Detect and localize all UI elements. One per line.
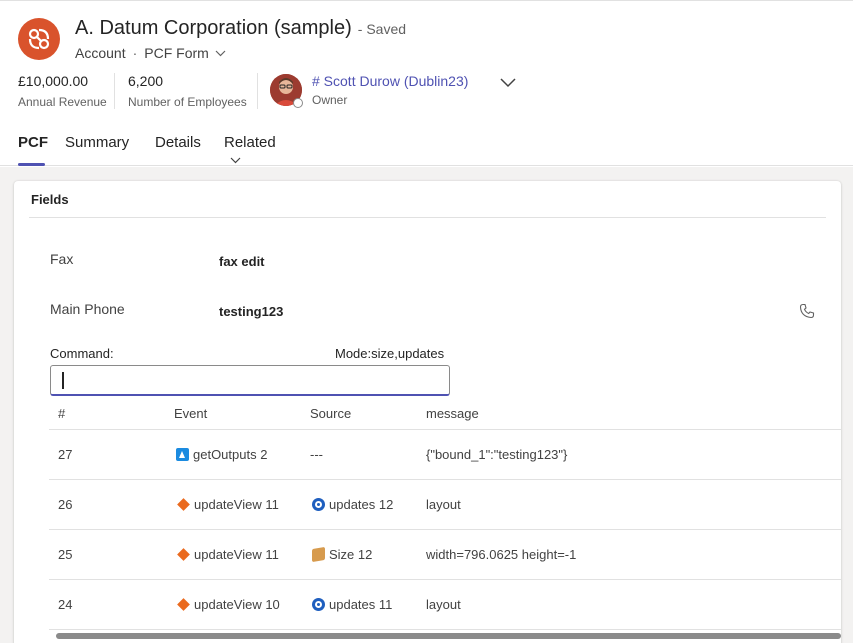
tab-details[interactable]: Details	[155, 134, 201, 167]
updates-ring-icon	[312, 598, 325, 611]
row-source: updates 11	[312, 597, 392, 612]
breadcrumb-separator: ·	[132, 45, 138, 61]
command-label: Command:	[50, 346, 114, 361]
header-field-value: 6,200	[128, 73, 164, 89]
source-text: updates 12	[329, 497, 394, 512]
horizontal-scrollbar[interactable]	[56, 633, 841, 639]
phone-icon[interactable]	[799, 303, 815, 324]
header-divider	[257, 73, 258, 109]
row-number: 24	[58, 597, 73, 612]
section-divider	[29, 217, 826, 218]
row-event: updateView 11	[176, 497, 279, 512]
row-message: layout	[426, 597, 461, 612]
command-input[interactable]	[50, 365, 450, 396]
header-divider	[114, 73, 115, 109]
row-event: updateView 11	[176, 547, 279, 562]
source-text: ---	[310, 447, 323, 462]
chevron-down-icon	[230, 157, 241, 163]
row-event: getOutputs 2	[176, 447, 267, 462]
header-field-annual-revenue: £10,000.00 Annual Revenue	[18, 73, 107, 109]
tab-related-label: Related	[224, 134, 276, 151]
row-source: Size 12	[312, 546, 373, 563]
event-text: updateView 10	[194, 597, 280, 612]
text-caret	[62, 372, 64, 389]
active-tab-indicator	[18, 163, 45, 166]
chevron-down-icon[interactable]	[215, 50, 226, 57]
field-label-fax: Fax	[50, 251, 74, 267]
field-value-fax[interactable]: fax edit	[219, 254, 265, 269]
row-number: 25	[58, 547, 73, 562]
update-diamond-icon	[177, 548, 190, 561]
field-label-main-phone: Main Phone	[50, 301, 125, 317]
tab-related[interactable]: Related	[224, 134, 276, 167]
record-title: A. Datum Corporation (sample)	[75, 17, 352, 39]
row-message: {"bound_1":"testing123"}	[426, 447, 568, 462]
save-status: - Saved	[357, 21, 407, 37]
table-row: 25 updateView 11 Size 12 width=796.0625 …	[49, 530, 841, 580]
header-field-label: Annual Revenue	[18, 95, 107, 109]
event-text: updateView 11	[194, 547, 279, 562]
form-body: Fields Fax fax edit Main Phone testing12…	[0, 167, 853, 643]
owner-link[interactable]: # Scott Durow (Dublin23)	[312, 73, 468, 89]
row-message: layout	[426, 497, 461, 512]
column-header-message: message	[426, 406, 479, 421]
column-header-event: Event	[174, 406, 208, 421]
row-source: ---	[310, 447, 323, 462]
table-row: 26 updateView 11 updates 12 layout	[49, 480, 841, 530]
event-text: updateView 11	[194, 497, 279, 512]
table-row: 27 getOutputs 2 --- {"bound_1":"testing1…	[49, 430, 841, 480]
row-number: 26	[58, 497, 73, 512]
column-header-number: #	[58, 406, 66, 421]
field-value-main-phone[interactable]: testing123	[219, 304, 283, 319]
table-row: 24 updateView 10 updates 11 layout	[49, 580, 841, 630]
section-title: Fields	[31, 192, 69, 207]
source-text: updates 11	[329, 597, 393, 612]
tab-summary[interactable]: Summary	[65, 134, 129, 167]
size-box-icon	[312, 546, 325, 563]
row-number: 27	[58, 447, 73, 462]
event-text: getOutputs 2	[193, 447, 268, 462]
presence-status-icon	[293, 98, 303, 108]
output-triangle-icon	[176, 448, 189, 461]
row-source: updates 12	[312, 497, 393, 512]
row-event: updateView 10	[176, 597, 280, 612]
update-diamond-icon	[177, 498, 190, 511]
column-header-source: Source	[310, 406, 352, 421]
row-message: width=796.0625 height=-1	[426, 547, 577, 562]
mode-label: Mode:size,updates	[335, 346, 445, 361]
account-logo-icon	[18, 18, 60, 60]
record-header: A. Datum Corporation (sample) - Saved Ac…	[0, 0, 853, 166]
header-expand-chevron-icon[interactable]	[499, 73, 517, 96]
header-field-label: Number of Employees	[128, 95, 247, 109]
entity-name: Account	[75, 45, 126, 61]
form-selector[interactable]: PCF Form	[144, 45, 209, 61]
header-field-employees: 6,200 Number of Employees	[128, 73, 247, 109]
header-field-value: £10,000.00	[18, 73, 89, 89]
fields-section: Fields Fax fax edit Main Phone testing12…	[14, 181, 841, 643]
source-text: Size 12	[329, 547, 373, 562]
log-table-header: # Event Source message	[49, 395, 841, 430]
owner-label: Owner	[312, 93, 348, 107]
updates-ring-icon	[312, 498, 325, 511]
update-diamond-icon	[177, 598, 190, 611]
